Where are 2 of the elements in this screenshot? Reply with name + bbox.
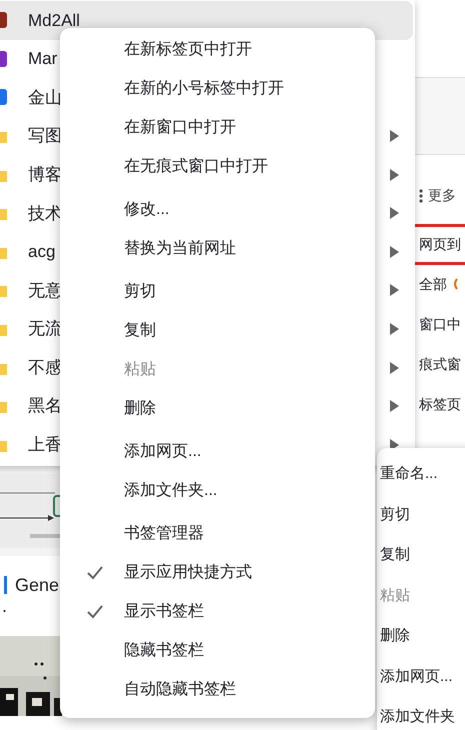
article-text: . (2, 596, 8, 616)
article-text: Gene (15, 574, 60, 596)
